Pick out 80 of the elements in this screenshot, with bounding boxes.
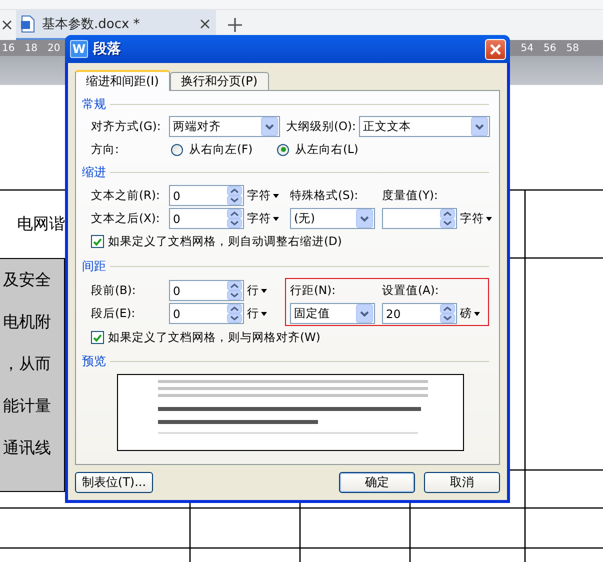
field-label: 段前(B):: [91, 283, 137, 298]
caret-icon: [261, 312, 267, 316]
checkbox[interactable]: [91, 235, 104, 248]
document-text: 能计量: [3, 396, 51, 416]
dialog-tab[interactable]: 换行和分页(P): [170, 72, 269, 90]
field-label: 文本之后(X):: [91, 211, 161, 226]
field-label: 段后(E):: [91, 306, 136, 321]
radio-button[interactable]: [277, 144, 289, 156]
spinner-arrows-icon[interactable]: [440, 304, 455, 323]
ruler-number: 56: [544, 42, 556, 54]
field-label: 行距(N):: [290, 283, 336, 298]
ruler-number: 20: [47, 42, 60, 54]
radio-label: 从左向右(L): [294, 142, 360, 157]
dialog-title: 段落: [93, 40, 122, 58]
caret-icon: [273, 216, 279, 220]
dialog-button[interactable]: 确定: [339, 472, 415, 493]
dialog-tab[interactable]: 缩进和间距(I): [75, 70, 170, 91]
checkbox-label: 如果定义了文档网格，则自动调整右缩进(D): [108, 234, 342, 249]
section-heading: 缩进: [82, 164, 106, 180]
dialog-button[interactable]: 制表位(T)...: [75, 472, 153, 493]
spin-field[interactable]: 20: [382, 303, 457, 324]
document-icon: [20, 15, 36, 33]
unit-dropdown[interactable]: 行: [247, 306, 267, 321]
caret-icon: [474, 312, 480, 316]
dropdown[interactable]: 固定值: [290, 303, 375, 324]
close-icon[interactable]: [200, 19, 210, 29]
chevron-icon: [356, 209, 373, 228]
document-text: 电机附: [3, 312, 51, 332]
table-cell-text: 电网谐: [17, 214, 65, 234]
spin-field[interactable]: 0: [169, 280, 244, 301]
chevron-icon: [261, 117, 278, 136]
field-label: 文本之前(R):: [91, 188, 161, 203]
field-label: 对齐方式(G):: [91, 119, 162, 134]
radio-button[interactable]: [171, 144, 183, 156]
field-label: 大纲级别(O):: [286, 119, 357, 134]
dialog-button[interactable]: 取消: [424, 472, 500, 493]
field-label: 度量值(Y):: [382, 188, 439, 203]
spinner-arrows-icon[interactable]: [227, 209, 242, 228]
dropdown[interactable]: (无): [290, 208, 375, 229]
spinner-arrows-icon[interactable]: [440, 209, 455, 228]
unit-dropdown[interactable]: 字符: [247, 188, 279, 203]
spin-field[interactable]: 0: [169, 303, 244, 324]
unit-dropdown[interactable]: 行: [247, 283, 267, 298]
caret-icon: [273, 194, 279, 198]
document-text: ，从而: [3, 354, 51, 374]
close-icon: [489, 42, 502, 56]
unit-dropdown[interactable]: 磅: [460, 306, 480, 321]
spin-field[interactable]: 0: [169, 185, 244, 206]
close-icon[interactable]: [2, 20, 12, 30]
field-label: 方向:: [91, 142, 120, 157]
ruler-number: 16: [2, 42, 15, 54]
field-label: 设置值(A):: [382, 283, 440, 298]
section-heading: 预览: [82, 352, 106, 370]
spinner-arrows-icon[interactable]: [227, 281, 242, 300]
spin-field[interactable]: [382, 208, 457, 229]
checkbox[interactable]: [91, 331, 104, 344]
section-heading: 间距: [82, 258, 106, 274]
spinner-arrows-icon[interactable]: [227, 186, 242, 205]
caret-icon: [261, 288, 267, 292]
caret-icon: [486, 216, 492, 220]
document-text: 及安全: [3, 270, 51, 290]
unit-dropdown[interactable]: 字符: [460, 211, 492, 226]
chevron-icon: [471, 117, 488, 136]
ruler-number: 18: [24, 42, 38, 54]
unit-dropdown[interactable]: 字符: [247, 211, 279, 226]
app-icon: W: [70, 40, 88, 58]
ruler-number: 58: [566, 42, 579, 54]
dropdown[interactable]: 正文文本: [359, 116, 490, 137]
plus-icon[interactable]: [228, 18, 242, 32]
checkbox-label: 如果定义了文档网格，则与网格对齐(W): [108, 330, 320, 345]
radio-label: 从右向左(F): [188, 142, 254, 157]
ruler-number: 54: [520, 42, 534, 54]
spinner-arrows-icon[interactable]: [227, 304, 242, 323]
section-heading: 常规: [82, 96, 106, 112]
chevron-icon: [356, 304, 373, 323]
field-label: 特殊格式(S):: [290, 188, 360, 203]
document-text: 通讯线: [3, 438, 51, 458]
spin-field[interactable]: 0: [169, 208, 244, 229]
dropdown[interactable]: 两端对齐: [169, 116, 280, 137]
close-button[interactable]: [485, 38, 506, 60]
